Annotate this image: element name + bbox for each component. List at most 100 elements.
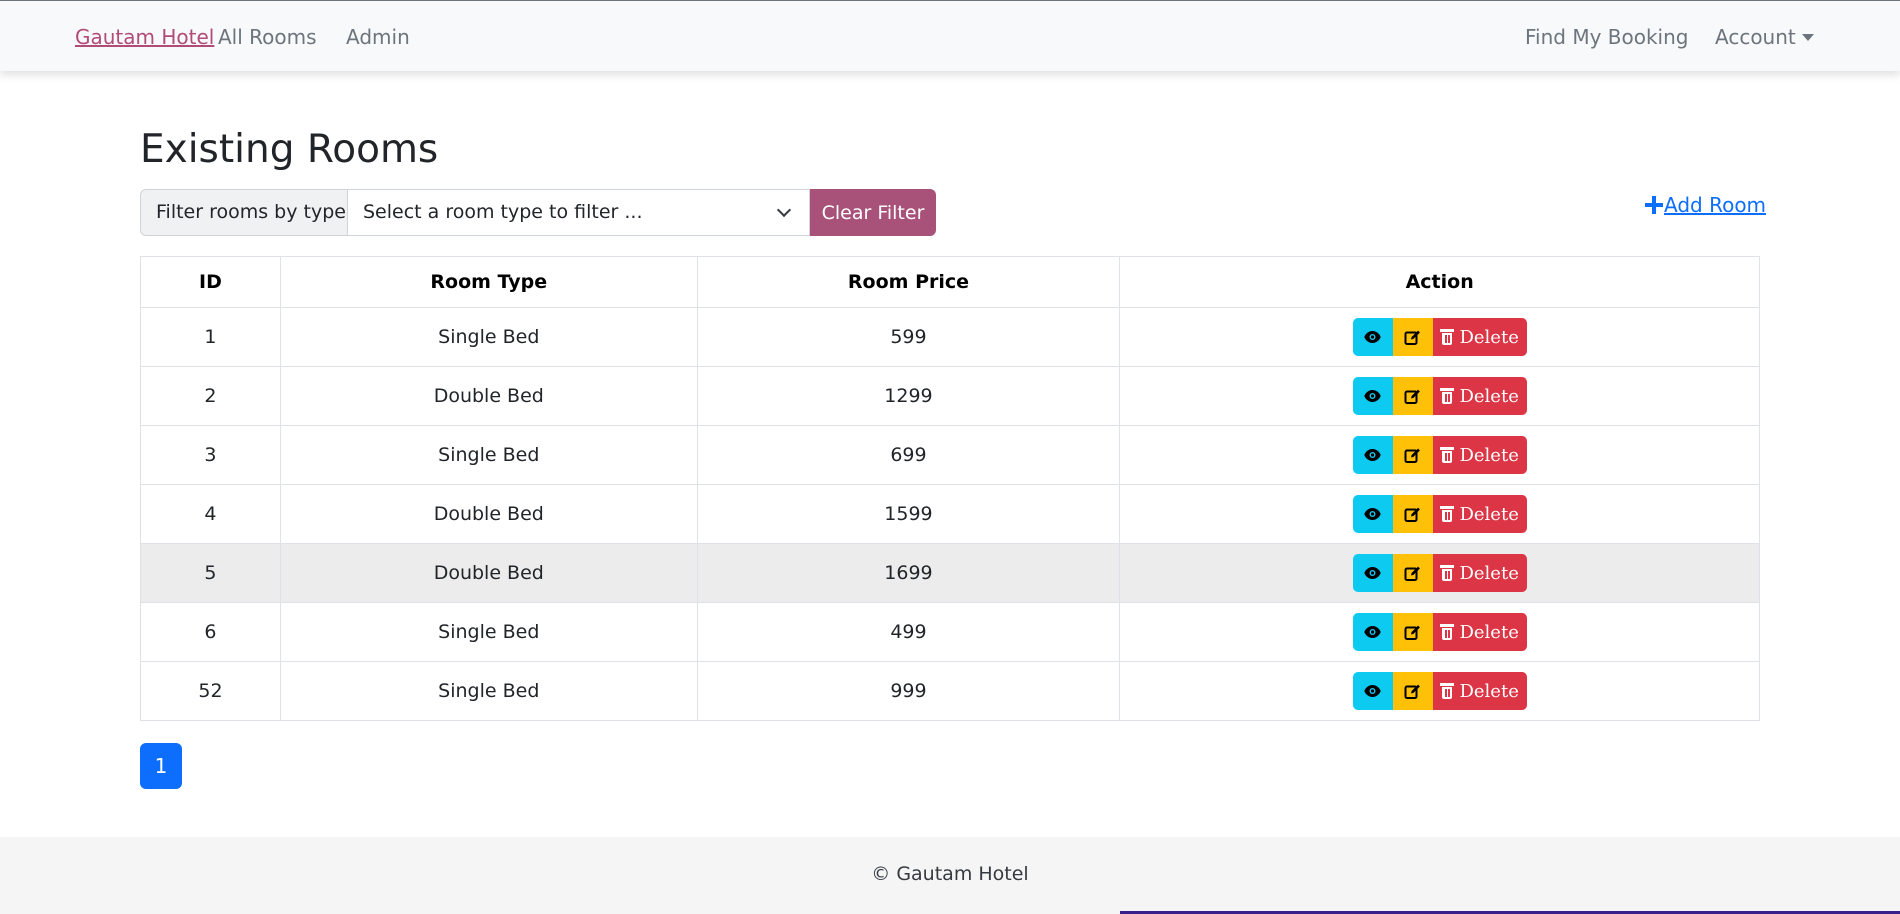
edit-room-button[interactable] [1392,377,1433,415]
view-room-button[interactable] [1352,377,1393,415]
room-type-select[interactable]: Select a room type to filter ... [348,189,810,236]
edit-room-button[interactable] [1392,318,1433,356]
cell-room-price: 499 [696,602,1121,662]
table-row: 1 Single Bed 599 Delete [140,307,1760,367]
row-actions: Delete [1352,318,1527,356]
cell-room-price: 699 [696,425,1121,485]
eye-icon [1364,567,1381,579]
table-row: 3 Single Bed 699 Delete [140,425,1760,485]
cell-action: Delete [1119,602,1760,662]
cell-id: 5 [140,543,281,603]
trash-icon [1440,329,1455,345]
view-room-button[interactable] [1352,672,1393,710]
eye-icon [1364,508,1381,520]
cell-action: Delete [1119,543,1760,603]
view-room-button[interactable] [1352,436,1393,474]
cell-id: 4 [140,484,281,544]
eye-icon [1364,626,1381,638]
edit-icon [1404,447,1421,464]
delete-label: Delete [1459,562,1519,584]
delete-room-button[interactable]: Delete [1432,318,1527,356]
footer-copyright: © Gautam Hotel [871,863,1029,885]
view-room-button[interactable] [1352,318,1393,356]
delete-room-button[interactable]: Delete [1432,613,1527,651]
delete-label: Delete [1459,621,1519,643]
brand-link[interactable]: Gautam Hotel [75,25,214,49]
cell-room-type: Double Bed [279,543,698,603]
caret-down-icon [1801,34,1814,41]
row-actions: Delete [1352,613,1527,651]
edit-icon [1404,624,1421,641]
edit-icon [1404,388,1421,405]
room-type-select-value: Select a room type to filter ... [363,201,643,223]
header-id: ID [140,256,281,308]
cell-id: 6 [140,602,281,662]
pagination-page-1[interactable]: 1 [140,743,182,789]
eye-icon [1364,331,1381,343]
cell-id: 52 [140,661,281,721]
view-room-button[interactable] [1352,495,1393,533]
delete-room-button[interactable]: Delete [1432,672,1527,710]
cell-action: Delete [1119,425,1760,485]
delete-label: Delete [1459,680,1519,702]
nav-find-my-booking[interactable]: Find My Booking [1525,25,1689,49]
trash-icon [1440,388,1455,404]
cell-room-type: Single Bed [279,307,698,367]
cell-room-type: Single Bed [279,425,698,485]
edit-room-button[interactable] [1392,672,1433,710]
trash-icon [1440,506,1455,522]
navbar: Gautam Hotel All Rooms Admin Find My Boo… [0,0,1900,71]
delete-room-button[interactable]: Delete [1432,554,1527,592]
cell-room-type: Double Bed [279,484,698,544]
edit-room-button[interactable] [1392,436,1433,474]
table-header-row: ID Room Type Room Price Action [140,256,1760,308]
nav-admin[interactable]: Admin [346,25,410,49]
edit-room-button[interactable] [1392,613,1433,651]
edit-room-button[interactable] [1392,495,1433,533]
edit-icon [1404,329,1421,346]
row-actions: Delete [1352,672,1527,710]
edit-room-button[interactable] [1392,554,1433,592]
delete-label: Delete [1459,326,1519,348]
add-room-link[interactable]: Add Room [1645,193,1766,217]
row-actions: Delete [1352,554,1527,592]
table-row: 6 Single Bed 499 Delete [140,602,1760,662]
clear-filter-button[interactable]: Clear Filter [810,189,936,236]
row-actions: Delete [1352,436,1527,474]
cell-action: Delete [1119,366,1760,426]
edit-icon [1404,506,1421,523]
cell-room-price: 999 [696,661,1121,721]
trash-icon [1440,565,1455,581]
cell-id: 1 [140,307,281,367]
view-room-button[interactable] [1352,613,1393,651]
chevron-down-icon [776,202,792,218]
cell-action: Delete [1119,307,1760,367]
cell-id: 2 [140,366,281,426]
cell-room-price: 1599 [696,484,1121,544]
nav-all-rooms[interactable]: All Rooms [218,25,317,49]
delete-room-button[interactable]: Delete [1432,377,1527,415]
delete-label: Delete [1459,385,1519,407]
cell-room-type: Double Bed [279,366,698,426]
cell-action: Delete [1119,661,1760,721]
view-room-button[interactable] [1352,554,1393,592]
eye-icon [1364,449,1381,461]
header-room-price: Room Price [696,256,1121,308]
cell-room-price: 1299 [696,366,1121,426]
table-row: 5 Double Bed 1699 Delete [140,543,1760,603]
delete-room-button[interactable]: Delete [1432,436,1527,474]
nav-account-dropdown[interactable]: Account [1715,25,1814,49]
header-action: Action [1119,256,1760,308]
delete-room-button[interactable]: Delete [1432,495,1527,533]
delete-label: Delete [1459,444,1519,466]
cell-room-type: Single Bed [279,661,698,721]
delete-label: Delete [1459,503,1519,525]
cell-room-price: 599 [696,307,1121,367]
trash-icon [1440,447,1455,463]
header-room-type: Room Type [279,256,698,308]
filter-label: Filter rooms by type [140,189,348,236]
account-label: Account [1715,25,1796,49]
table-row: 2 Double Bed 1299 Delete [140,366,1760,426]
footer: © Gautam Hotel [0,837,1900,914]
eye-icon [1364,685,1381,697]
